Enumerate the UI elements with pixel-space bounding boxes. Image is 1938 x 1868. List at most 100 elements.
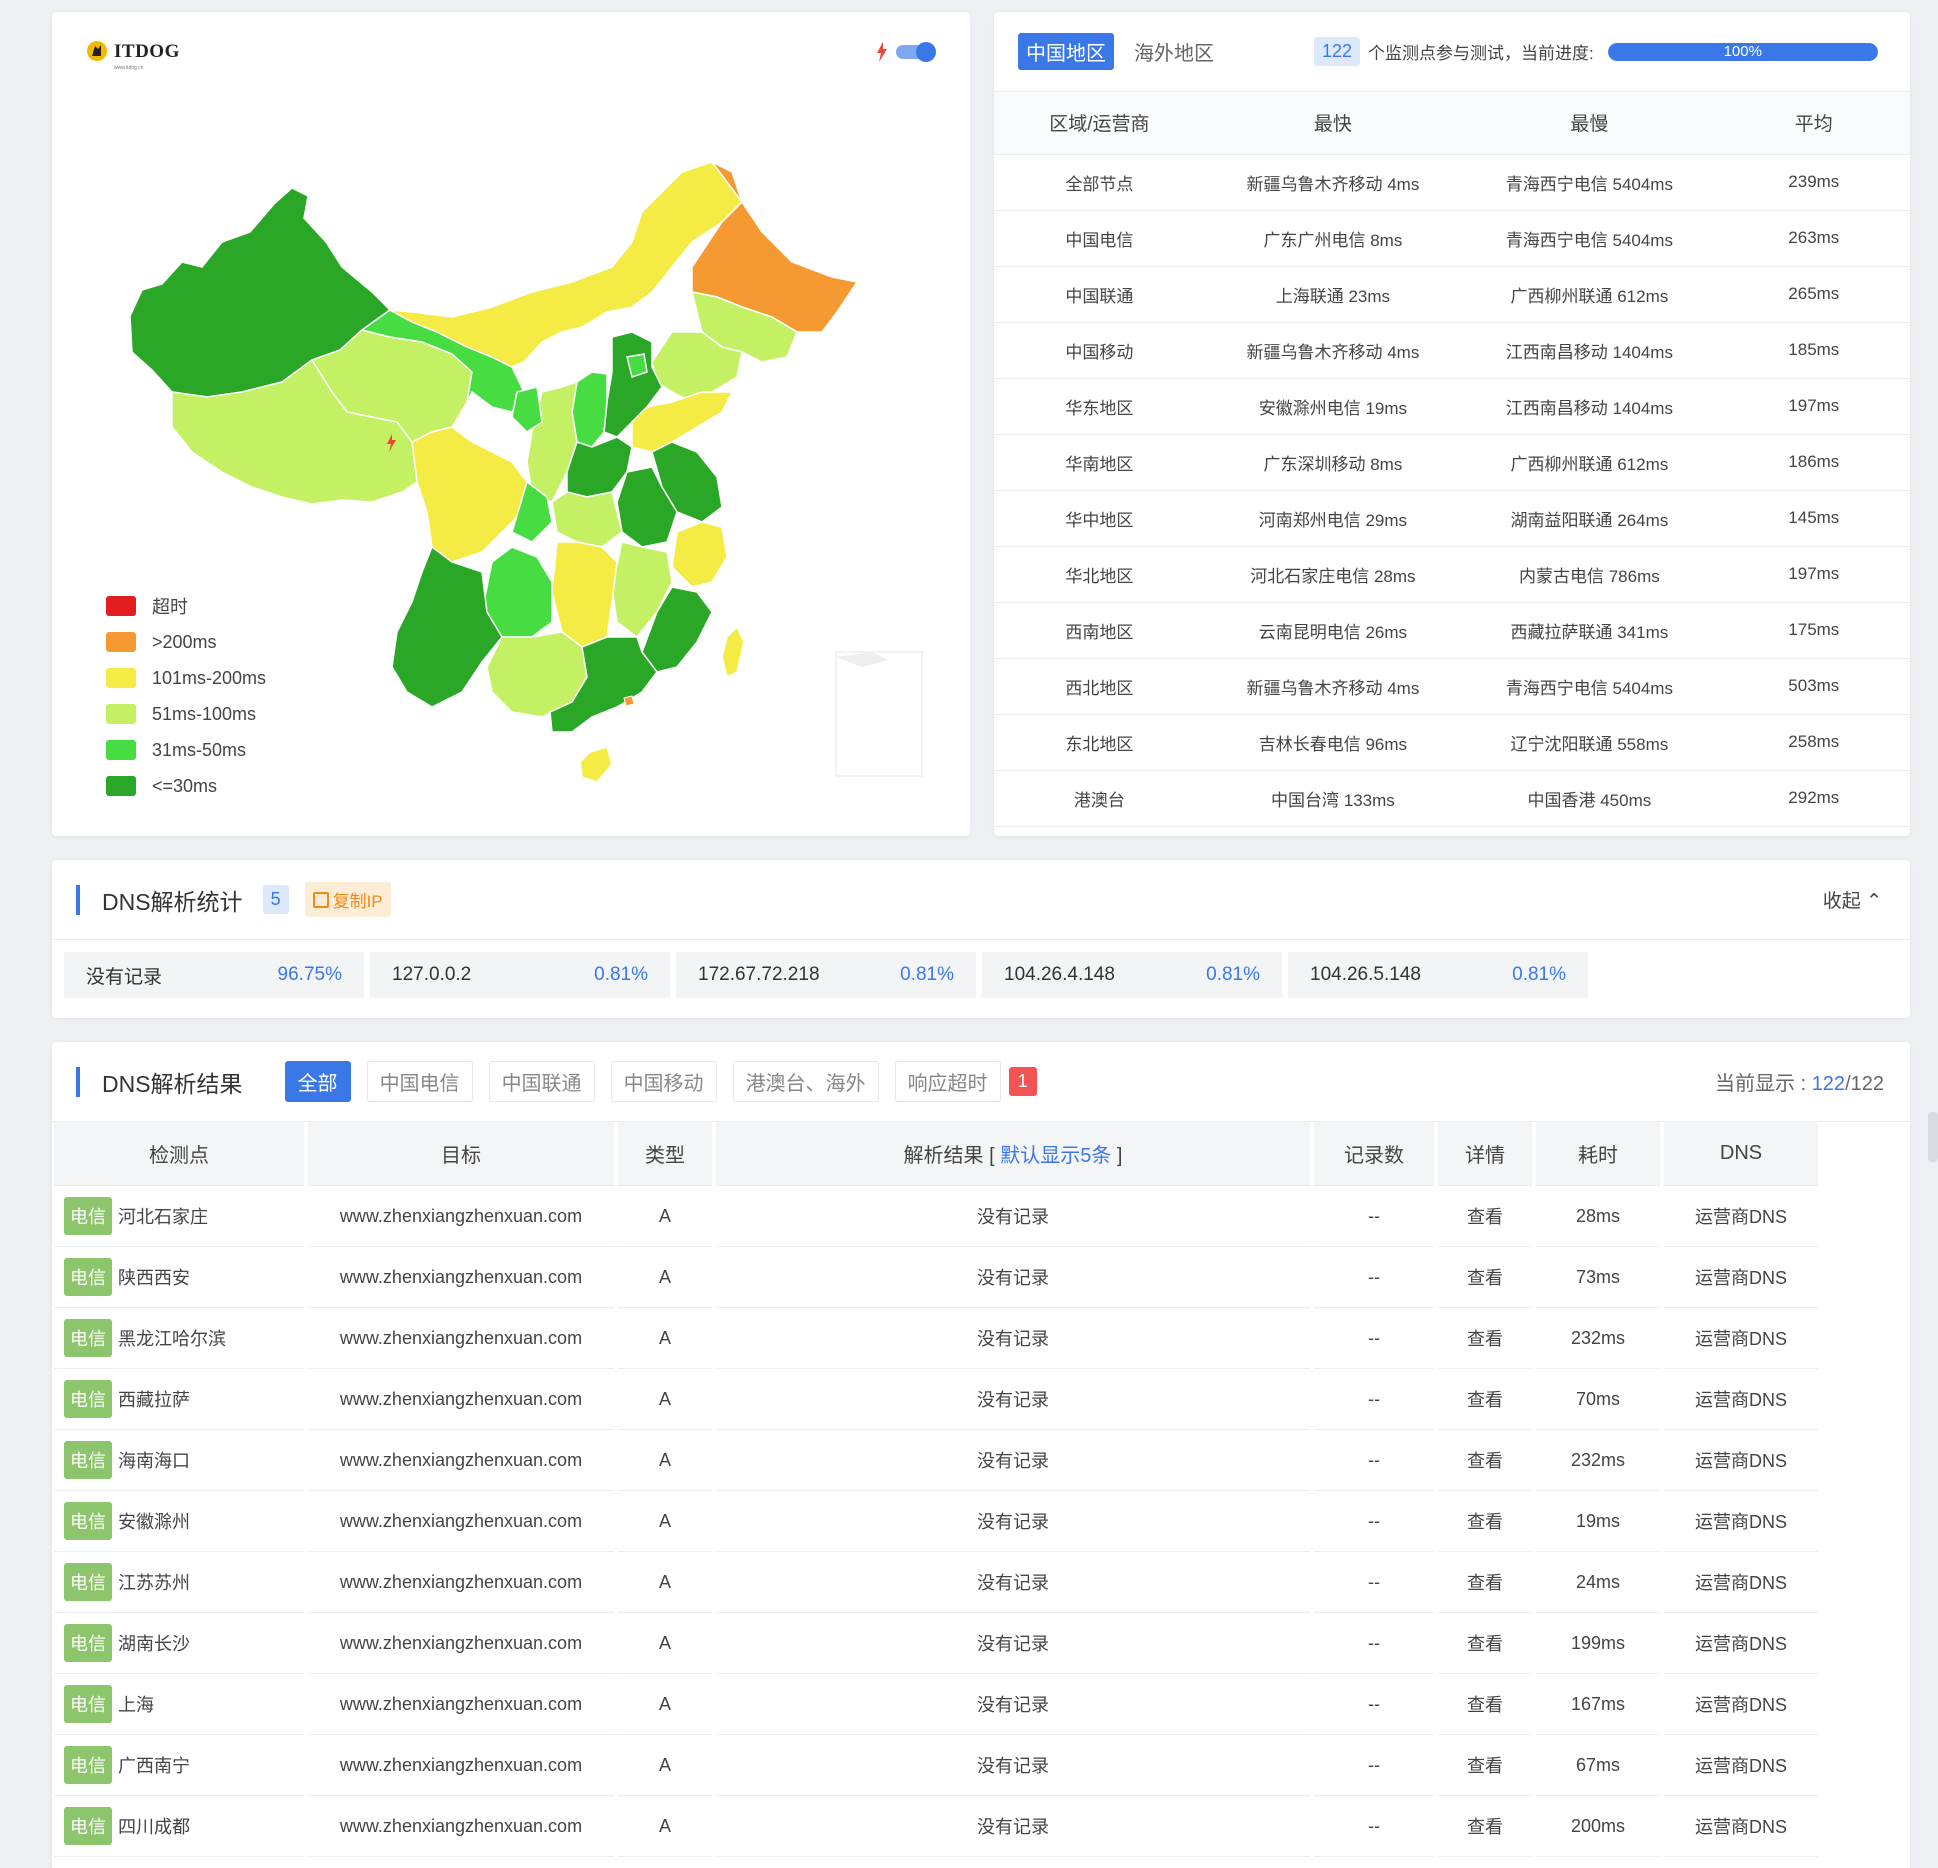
filter-tab-timeout[interactable]: 响应超时: [894, 1061, 1001, 1102]
column-header-target: 目标: [308, 1122, 614, 1186]
dns-cell: 运营商DNS: [1664, 1369, 1818, 1430]
ip-stat-item[interactable]: 104.26.5.148 0.81%: [1288, 952, 1588, 998]
toggle-switch[interactable]: [896, 42, 936, 62]
region-zhejiang: [671, 521, 728, 588]
collapse-button[interactable]: 收起 ⌃: [1823, 886, 1882, 913]
table-row: 电信 广西南宁 www.zhenxiangzhenxuan.com A 没有记录 -- 查看…: [54, 1735, 1818, 1796]
inset-land: [836, 652, 888, 667]
ip-stat-item[interactable]: 没有记录 96.75%: [64, 952, 364, 998]
dog-logo-icon: [87, 41, 107, 61]
stats-cell: 内蒙古电信 786ms: [1461, 546, 1718, 603]
type-cell: A: [618, 1735, 712, 1796]
ip-stat-item[interactable]: 127.0.0.2 0.81%: [370, 952, 670, 998]
column-header-dns: DNS: [1664, 1122, 1818, 1186]
records-cell: --: [1314, 1369, 1434, 1430]
legend-label: 超时: [152, 597, 188, 617]
type-cell: A: [618, 1430, 712, 1491]
view-detail-link[interactable]: 查看: [1438, 1674, 1532, 1735]
view-detail-link[interactable]: 查看: [1438, 1613, 1532, 1674]
live-toggle[interactable]: [876, 42, 936, 62]
dns-cell: 运营商DNS: [1664, 1613, 1818, 1674]
view-detail-link[interactable]: 查看: [1438, 1552, 1532, 1613]
target-cell: www.zhenxiangzhenxuan.com: [308, 1552, 614, 1613]
filter-tab-telecom[interactable]: 中国电信: [366, 1061, 473, 1102]
ip-address: 127.0.0.2: [392, 964, 472, 985]
legend-swatch: [106, 704, 136, 724]
stats-row: 华北地区 河北石家庄电信 28ms 内蒙古电信 786ms 197ms: [994, 546, 1910, 603]
legend-swatch: [106, 776, 136, 796]
view-detail-link[interactable]: 查看: [1438, 1491, 1532, 1552]
dns-stats-title: DNS解析统计: [102, 888, 243, 915]
itdog-logo: ITDOG www.itdog.cn: [86, 40, 180, 71]
result-cell: 没有记录: [716, 1552, 1310, 1613]
legend-swatch: [106, 740, 136, 760]
node-cell: 电信 黑龙江哈尔滨: [54, 1308, 304, 1369]
view-detail-link[interactable]: 查看: [1438, 1430, 1532, 1491]
result-cell: 没有记录: [716, 1491, 1310, 1552]
ip-stat-item[interactable]: 172.67.72.218 0.81%: [676, 952, 976, 998]
current-display: 当前显示 : 122/122: [1715, 1067, 1884, 1096]
page-scrollbar[interactable]: [1928, 1112, 1938, 1162]
isp-badge: 电信: [64, 1746, 112, 1784]
view-detail-link[interactable]: 查看: [1438, 1247, 1532, 1308]
region-taiwan: [721, 625, 745, 679]
stats-cell: 263ms: [1717, 210, 1910, 267]
target-cell: www.zhenxiangzhenxuan.com: [308, 1308, 614, 1369]
column-header-records: 记录数: [1314, 1122, 1434, 1186]
legend-item: 101ms-200ms: [106, 660, 266, 696]
legend-swatch: [106, 632, 136, 652]
isp-badge: 电信: [64, 1807, 112, 1845]
legend-item: 51ms-100ms: [106, 696, 266, 732]
node-cell: 电信 安徽滁州: [54, 1491, 304, 1552]
tab-overseas[interactable]: 海外地区: [1126, 33, 1222, 70]
view-detail-link[interactable]: 查看: [1438, 1796, 1532, 1857]
result-cell: 没有记录: [716, 1369, 1310, 1430]
result-hint-link[interactable]: 默认显示5条: [1000, 1145, 1111, 1167]
column-header: 区域/运营商: [994, 92, 1205, 155]
type-cell: A: [618, 1369, 712, 1430]
stats-row: 中国电信 广东广州电信 8ms 青海西宁电信 5404ms 263ms: [994, 210, 1910, 267]
test-progress-bar: 100%: [1607, 42, 1878, 61]
region-yunnan: [391, 545, 503, 708]
isp-badge: 电信: [64, 1258, 112, 1296]
isp-badge: 电信: [64, 1319, 112, 1357]
view-detail-link[interactable]: 查看: [1438, 1735, 1532, 1796]
stats-cell: 青海西宁电信 5404ms: [1461, 210, 1718, 267]
view-detail-link[interactable]: 查看: [1438, 1369, 1532, 1430]
node-location: 广西南宁: [118, 1756, 190, 1776]
ip-percentage: 96.75%: [277, 964, 342, 985]
filter-tab-all[interactable]: 全部: [284, 1061, 351, 1102]
dns-cell: 运营商DNS: [1664, 1186, 1818, 1247]
table-row: 电信 西藏拉萨 www.zhenxiangzhenxuan.com A 没有记录 -- 查看…: [54, 1369, 1818, 1430]
node-cell: 电信 广西南宁: [54, 1735, 304, 1796]
ip-percentage: 0.81%: [594, 964, 648, 985]
filter-tab-overseas[interactable]: 港澳台、海外: [732, 1061, 879, 1102]
chevron-up-icon: ⌃: [1866, 891, 1882, 912]
stats-cell: 175ms: [1717, 602, 1910, 659]
stats-cell: 全部节点: [994, 154, 1205, 211]
south-china-sea-inset: [835, 651, 923, 777]
stats-cell: 河南郑州电信 29ms: [1204, 490, 1462, 547]
stats-cell: 西北地区: [994, 658, 1205, 715]
stats-cell: 197ms: [1717, 378, 1910, 435]
view-detail-link[interactable]: 查看: [1438, 1186, 1532, 1247]
target-cell: www.zhenxiangzhenxuan.com: [308, 1735, 614, 1796]
node-cell: 电信 陕西西安: [54, 1247, 304, 1308]
tab-china[interactable]: 中国地区: [1018, 33, 1114, 70]
ip-address: 没有记录: [86, 966, 163, 988]
records-cell: --: [1314, 1796, 1434, 1857]
filter-tab-mobile[interactable]: 中国移动: [610, 1061, 717, 1102]
filter-tab-unicom[interactable]: 中国联通: [488, 1061, 595, 1102]
time-cell: 73ms: [1536, 1247, 1660, 1308]
time-cell: 200ms: [1536, 1796, 1660, 1857]
type-cell: A: [618, 1308, 712, 1369]
view-detail-link[interactable]: 查看: [1438, 1308, 1532, 1369]
ip-stat-item[interactable]: 104.26.4.148 0.81%: [982, 952, 1282, 998]
stats-cell: 185ms: [1717, 322, 1910, 379]
copy-ip-button[interactable]: 复制IP: [304, 882, 391, 917]
stats-cell: 292ms: [1717, 770, 1910, 827]
records-cell: --: [1314, 1491, 1434, 1552]
result-hint-close: ]: [1116, 1145, 1123, 1167]
stats-row: 中国联通 上海联通 23ms 广西柳州联通 612ms 265ms: [994, 266, 1910, 323]
node-location: 上海: [118, 1695, 154, 1715]
